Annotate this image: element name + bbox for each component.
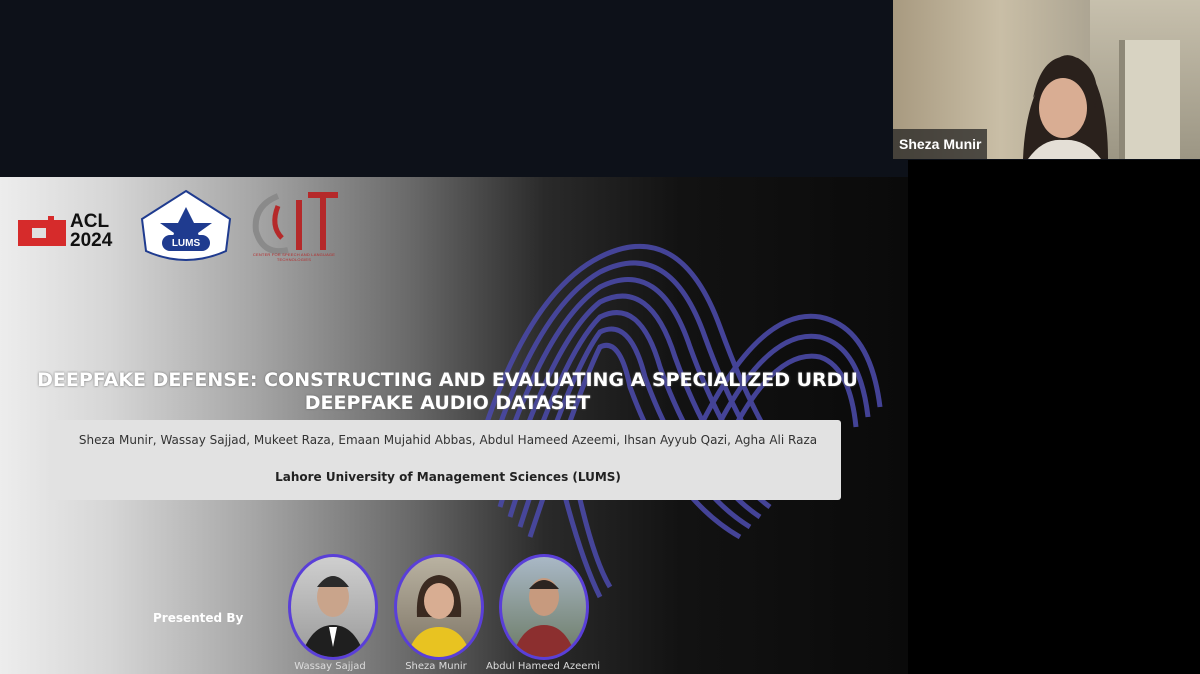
lums-logo-label: LUMS bbox=[171, 238, 201, 249]
author-list: Sheza Munir, Wassay Sajjad, Mukeet Raza,… bbox=[78, 433, 818, 447]
acl-logo-icon bbox=[18, 216, 66, 246]
participant-person-icon bbox=[1023, 55, 1108, 159]
video-background-door bbox=[1119, 40, 1180, 159]
author-card: Sheza Munir, Wassay Sajjad, Mukeet Raza,… bbox=[55, 420, 841, 500]
lums-logo-icon bbox=[140, 189, 232, 261]
right-background bbox=[908, 160, 1200, 674]
avatar bbox=[499, 554, 589, 660]
csalt-logo-caption: CENTER FOR SPEECH AND LANGUAGE TECHNOLOG… bbox=[252, 252, 336, 262]
csalt-logo-icon bbox=[252, 192, 338, 255]
participant-name-label: Sheza Munir bbox=[893, 129, 988, 159]
avatar bbox=[288, 554, 378, 660]
presented-by-label: Presented By bbox=[153, 611, 244, 625]
presenter-name: Abdul Hameed Azeemi bbox=[486, 661, 600, 672]
acl-logo-text: ACL 2024 bbox=[70, 211, 113, 251]
avatar bbox=[394, 554, 484, 660]
slide-title: DEEPFAKE DEFENSE: CONSTRUCTING AND EVALU… bbox=[37, 369, 858, 414]
affiliation-text: Lahore University of Management Sciences… bbox=[275, 470, 621, 484]
